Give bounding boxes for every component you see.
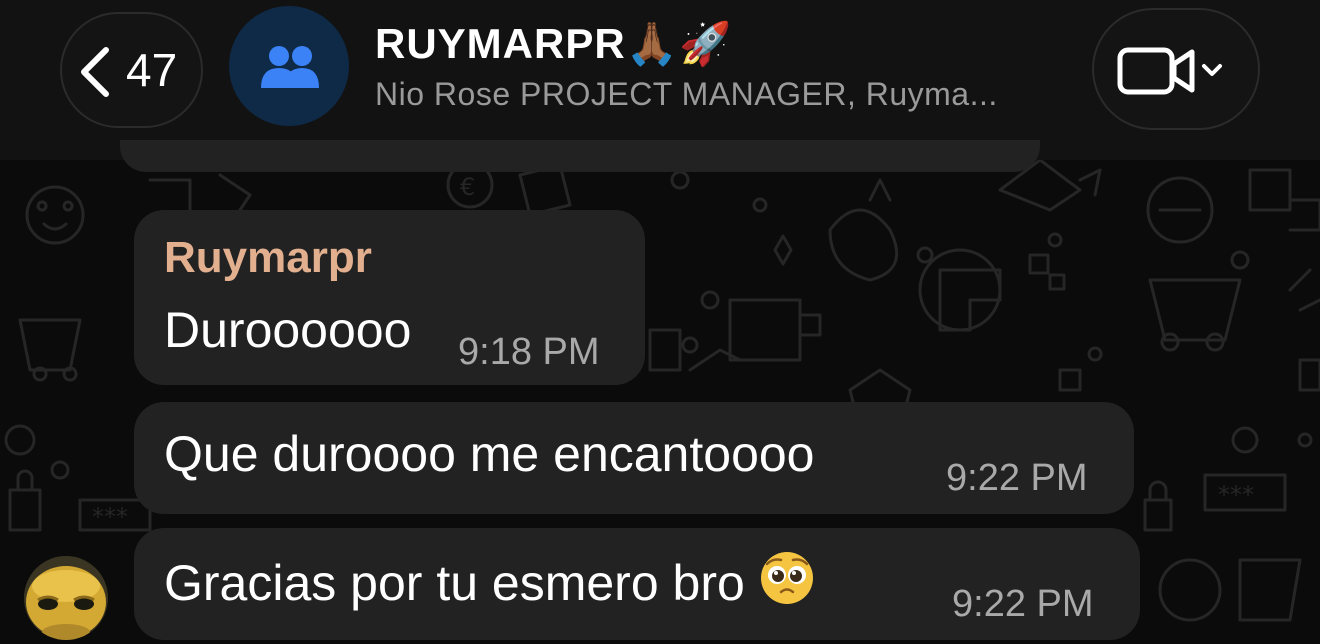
chat-header: 47 RUYMARPR🙏🏾🚀 Nio Rose PROJECT MANAGER,…: [0, 0, 1320, 160]
chat-title[interactable]: RUYMARPR🙏🏾🚀: [375, 18, 732, 70]
sender-avatar[interactable]: [24, 556, 108, 640]
message-bubble[interactable]: Gracias por tu esmero bro 9:22 PM: [134, 528, 1140, 640]
chevron-left-icon: [81, 47, 109, 97]
sender-name[interactable]: Ruymarpr: [164, 232, 372, 284]
message-timestamp: 9:22 PM: [946, 457, 1088, 499]
message-bubble[interactable]: Que duroooo me encantoooo 9:22 PM: [134, 402, 1134, 514]
previous-message-bubble: [120, 140, 1040, 172]
message-timestamp: 9:22 PM: [952, 583, 1094, 625]
back-button[interactable]: 47: [60, 12, 203, 128]
svg-text:***: ***: [92, 503, 128, 531]
message-timestamp: 9:18 PM: [458, 331, 600, 373]
message-text: Duroooooo: [164, 302, 412, 358]
message-text: Gracias por tu esmero bro: [164, 555, 745, 611]
pleading-face-emoji-icon: [760, 552, 813, 604]
chat-participants[interactable]: Nio Rose PROJECT MANAGER, Ruyma...: [375, 74, 998, 114]
avatar-image: [24, 556, 108, 640]
group-people-icon: [261, 46, 319, 88]
unread-count: 47: [126, 44, 178, 96]
message-text: Que duroooo me encantoooo: [164, 426, 815, 482]
svg-text:€: €: [460, 173, 475, 201]
chevron-down-icon: [1202, 64, 1222, 76]
message-text-row: Gracias por tu esmero bro: [164, 550, 815, 613]
video-call-button[interactable]: [1092, 8, 1260, 130]
svg-text:***: ***: [1218, 481, 1254, 509]
group-avatar[interactable]: [229, 6, 349, 126]
message-bubble[interactable]: Ruymarpr Duroooooo 9:18 PM: [134, 210, 645, 385]
video-camera-icon: [1117, 47, 1222, 95]
